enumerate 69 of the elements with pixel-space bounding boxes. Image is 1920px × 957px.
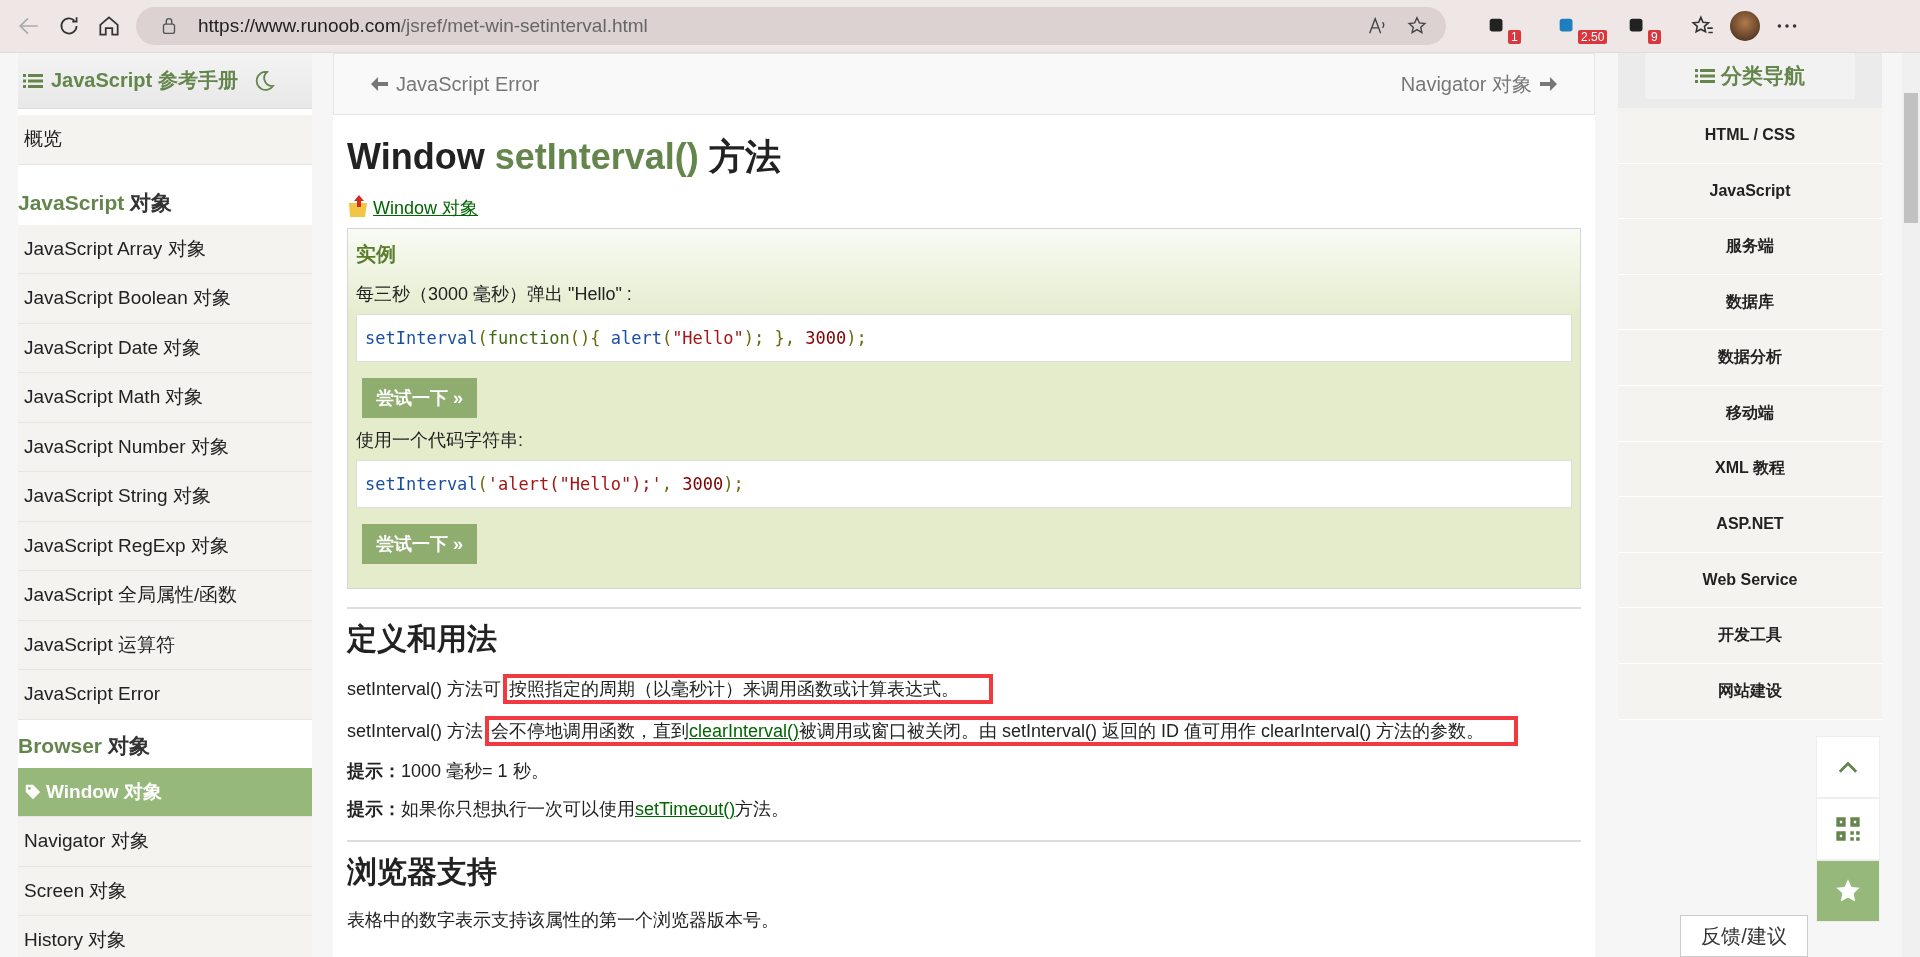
sidebar-item[interactable]: History 对象 [18, 916, 312, 957]
example-description: 使用一个代码字符串: [356, 429, 524, 452]
sidebar-item[interactable]: JavaScript RegExp 对象 [18, 521, 312, 571]
highlighted-text: 会不停地调用函数，直到clearInterval()被调用或窗口被关闭。由 setInterval() 返回的 ID 值可用作 clearInterval() 方法的参数。 [485, 716, 1519, 746]
extension-badge: 1 [1508, 30, 1521, 44]
tip-label: 提示： [347, 761, 401, 781]
feedback-button[interactable]: 反馈/建议 [1680, 915, 1808, 957]
page-title: Window [347, 136, 485, 177]
qr-code-button[interactable] [1816, 798, 1880, 860]
paragraph-text: setInterval() 方法 [347, 721, 484, 741]
sidebar-item[interactable]: JavaScript 全局属性/函数 [18, 571, 312, 621]
sidebar-item[interactable]: JavaScript Error [18, 670, 312, 720]
paragraph-text: 表格中的数字表示支持该属性的第一个浏览器版本号。 [347, 909, 780, 932]
paragraph-text: setInterval() 方法可 [347, 679, 502, 699]
section-title: 定义和用法 [347, 621, 498, 657]
sidebar-item[interactable]: JavaScript Date 对象 [18, 323, 312, 373]
address-bar[interactable]: https://www.runoob.com/jsref/met-win-setinterval.html [136, 7, 1446, 45]
extension-badge: 2.50 [1578, 30, 1608, 44]
sidebar-item[interactable]: Screen 对象 [18, 866, 312, 916]
sidebar-item[interactable]: 概览 [18, 115, 312, 165]
code-block: setInterval('alert("Hello");', 3000); [356, 460, 1572, 508]
next-link[interactable]: Navigator 对象 [1400, 70, 1558, 98]
category-link[interactable]: JavaScript [1618, 163, 1882, 220]
inline-link[interactable]: setTimeout() [635, 799, 736, 819]
tag-icon [24, 782, 42, 801]
sidebar-item[interactable]: JavaScript Number 对象 [18, 422, 312, 472]
category-link[interactable]: XML 教程 [1618, 441, 1882, 498]
example-heading: 实例 [356, 242, 397, 267]
previous-link[interactable]: JavaScript Error [370, 72, 540, 96]
category-link[interactable]: 开发工具 [1618, 608, 1882, 664]
sidebar-title: JavaScript 参考手册 [51, 68, 238, 93]
category-link[interactable]: 服务端 [1618, 219, 1882, 275]
highlighted-text: 按照指定的周期（以毫秒计）来调用函数或计算表达式。 [503, 674, 994, 704]
section-heading: Browser [18, 733, 103, 757]
sidebar-item[interactable]: JavaScript 运算符 [18, 620, 312, 670]
section-heading: 对象 [130, 190, 173, 214]
example-description: 每三秒（3000 毫秒）弹出 "Hello" : [356, 283, 633, 306]
favorite-add-icon[interactable] [1406, 15, 1428, 37]
scrollbar[interactable] [1902, 53, 1920, 957]
qr-code-icon [1834, 815, 1862, 843]
parent-link[interactable]: Window 对象 [373, 196, 479, 220]
sidebar-item[interactable]: Navigator 对象 [18, 817, 312, 867]
category-link[interactable]: ASP.NET [1618, 497, 1882, 553]
category-link[interactable]: 数据库 [1618, 274, 1882, 331]
section-title: 浏览器支持 [347, 854, 498, 890]
tip-label: 提示： [347, 799, 401, 819]
section-heading: JavaScript [18, 190, 125, 214]
category-link[interactable]: 数据分析 [1618, 330, 1882, 386]
sidebar-item[interactable]: JavaScript Math 对象 [18, 373, 312, 423]
section-heading: 对象 [107, 733, 150, 757]
category-link[interactable]: Web Service [1618, 552, 1882, 609]
inline-link[interactable]: clearInterval() [689, 721, 800, 741]
arrow-right-icon [1538, 74, 1558, 94]
category-link[interactable]: 移动端 [1618, 385, 1882, 442]
list-icon [1695, 68, 1715, 84]
category-link[interactable]: 网站建设 [1618, 663, 1882, 720]
code-block: setInterval(function(){ alert("Hello"); }, 3000); [356, 314, 1572, 362]
page-title: setInterval() [494, 136, 699, 177]
tip-text: 1000 毫秒= 1 秒。 [401, 761, 549, 781]
sidebar-item[interactable]: JavaScript Boolean 对象 [18, 274, 312, 324]
category-link[interactable]: HTML / CSS [1618, 108, 1882, 164]
list-icon [23, 72, 43, 89]
extension-badge: 9 [1648, 30, 1661, 44]
sidebar-item[interactable]: JavaScript Array 对象 [18, 224, 312, 274]
nav-title: 分类导航 [1721, 63, 1805, 89]
profile-avatar[interactable] [1730, 11, 1760, 41]
sidebar-item[interactable]: JavaScript String 对象 [18, 472, 312, 522]
page-title: 方法 [708, 136, 781, 177]
tip-text: 如果你只想执行一次可以使用setTimeout()方法。 [401, 799, 790, 819]
